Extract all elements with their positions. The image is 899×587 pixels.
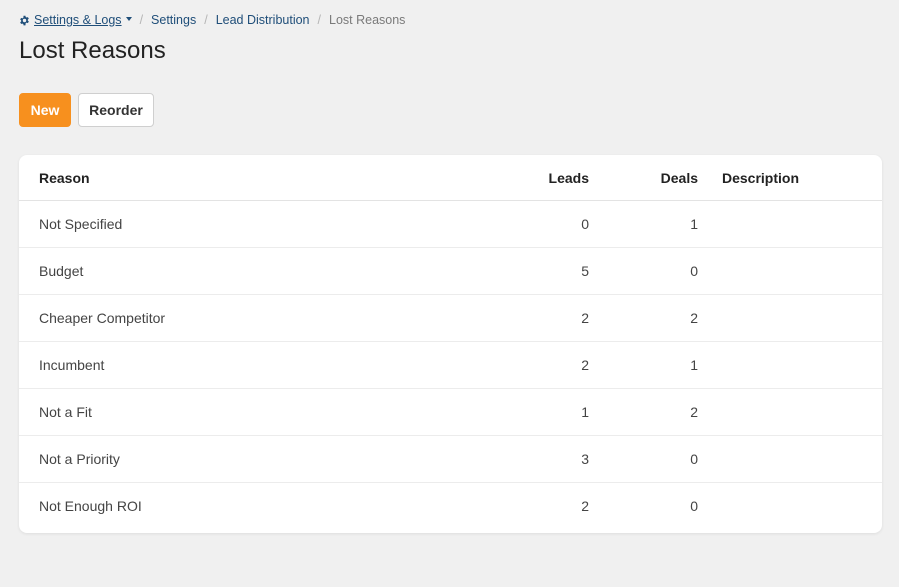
cell-description xyxy=(698,200,882,248)
page: Settings & Logs / Settings / Lead Distri… xyxy=(0,0,899,587)
breadcrumb-current: Lost Reasons xyxy=(329,13,406,27)
reorder-button[interactable]: Reorder xyxy=(78,93,154,127)
cell-deals: 1 xyxy=(589,341,698,389)
cell-description xyxy=(698,247,882,295)
column-header-description[interactable]: Description xyxy=(698,155,882,201)
cell-description xyxy=(698,483,882,530)
cell-leads: 2 xyxy=(489,294,589,342)
cell-reason[interactable]: Not a Priority xyxy=(19,435,489,483)
cell-deals: 1 xyxy=(589,200,698,248)
cell-leads: 5 xyxy=(489,247,589,295)
cell-reason[interactable]: Budget xyxy=(19,247,489,295)
table-row[interactable]: Not Specified 0 1 xyxy=(19,200,882,248)
table-header-row: Reason Leads Deals Description xyxy=(19,155,882,201)
cell-deals: 0 xyxy=(589,247,698,295)
breadcrumb-separator: / xyxy=(317,13,321,27)
lost-reasons-table-card: Reason Leads Deals Description Not Speci… xyxy=(19,155,882,533)
table-row[interactable]: Incumbent 2 1 xyxy=(19,341,882,389)
table-row[interactable]: Cheaper Competitor 2 2 xyxy=(19,294,882,342)
cell-leads: 1 xyxy=(489,388,589,436)
breadcrumb-separator: / xyxy=(204,13,208,27)
cell-description xyxy=(698,388,882,436)
cell-reason[interactable]: Cheaper Competitor xyxy=(19,294,489,342)
gear-icon xyxy=(20,15,29,25)
table-row[interactable]: Budget 5 0 xyxy=(19,247,882,295)
action-bar: New Reorder xyxy=(19,93,154,127)
lost-reasons-table: Reason Leads Deals Description Not Speci… xyxy=(19,155,882,529)
cell-leads: 0 xyxy=(489,200,589,248)
breadcrumb-settings-link[interactable]: Settings xyxy=(151,12,196,28)
cell-description xyxy=(698,294,882,342)
cell-description xyxy=(698,435,882,483)
caret-down-icon xyxy=(125,17,132,21)
column-header-deals[interactable]: Deals xyxy=(589,155,698,201)
cell-reason[interactable]: Not a Fit xyxy=(19,388,489,436)
cell-deals: 2 xyxy=(589,294,698,342)
breadcrumb-lead-distribution-link[interactable]: Lead Distribution xyxy=(216,12,310,28)
breadcrumb-settings-logs-label: Settings & Logs xyxy=(34,13,122,27)
cell-reason[interactable]: Not Specified xyxy=(19,200,489,248)
cell-deals: 0 xyxy=(589,435,698,483)
column-header-reason[interactable]: Reason xyxy=(19,155,489,201)
cell-leads: 3 xyxy=(489,435,589,483)
breadcrumb-separator: / xyxy=(139,13,144,27)
new-button[interactable]: New xyxy=(19,93,71,127)
table-row[interactable]: Not Enough ROI 2 0 xyxy=(19,483,882,530)
cell-deals: 2 xyxy=(589,388,698,436)
settings-logs-dropdown[interactable]: Settings & Logs xyxy=(19,12,132,28)
page-title: Lost Reasons xyxy=(19,37,166,64)
table-row[interactable]: Not a Priority 3 0 xyxy=(19,435,882,483)
cell-leads: 2 xyxy=(581,498,589,514)
column-header-leads[interactable]: Leads xyxy=(489,155,589,201)
cell-reason[interactable]: Incumbent xyxy=(19,341,489,389)
table-row[interactable]: Not a Fit 1 2 xyxy=(19,388,882,436)
cell-leads: 2 xyxy=(489,341,589,389)
cell-reason[interactable]: Not Enough ROI xyxy=(19,483,489,530)
cell-description xyxy=(698,341,882,389)
breadcrumb: Settings & Logs / Settings / Lead Distri… xyxy=(19,12,405,28)
cell-deals: 0 xyxy=(690,498,698,514)
